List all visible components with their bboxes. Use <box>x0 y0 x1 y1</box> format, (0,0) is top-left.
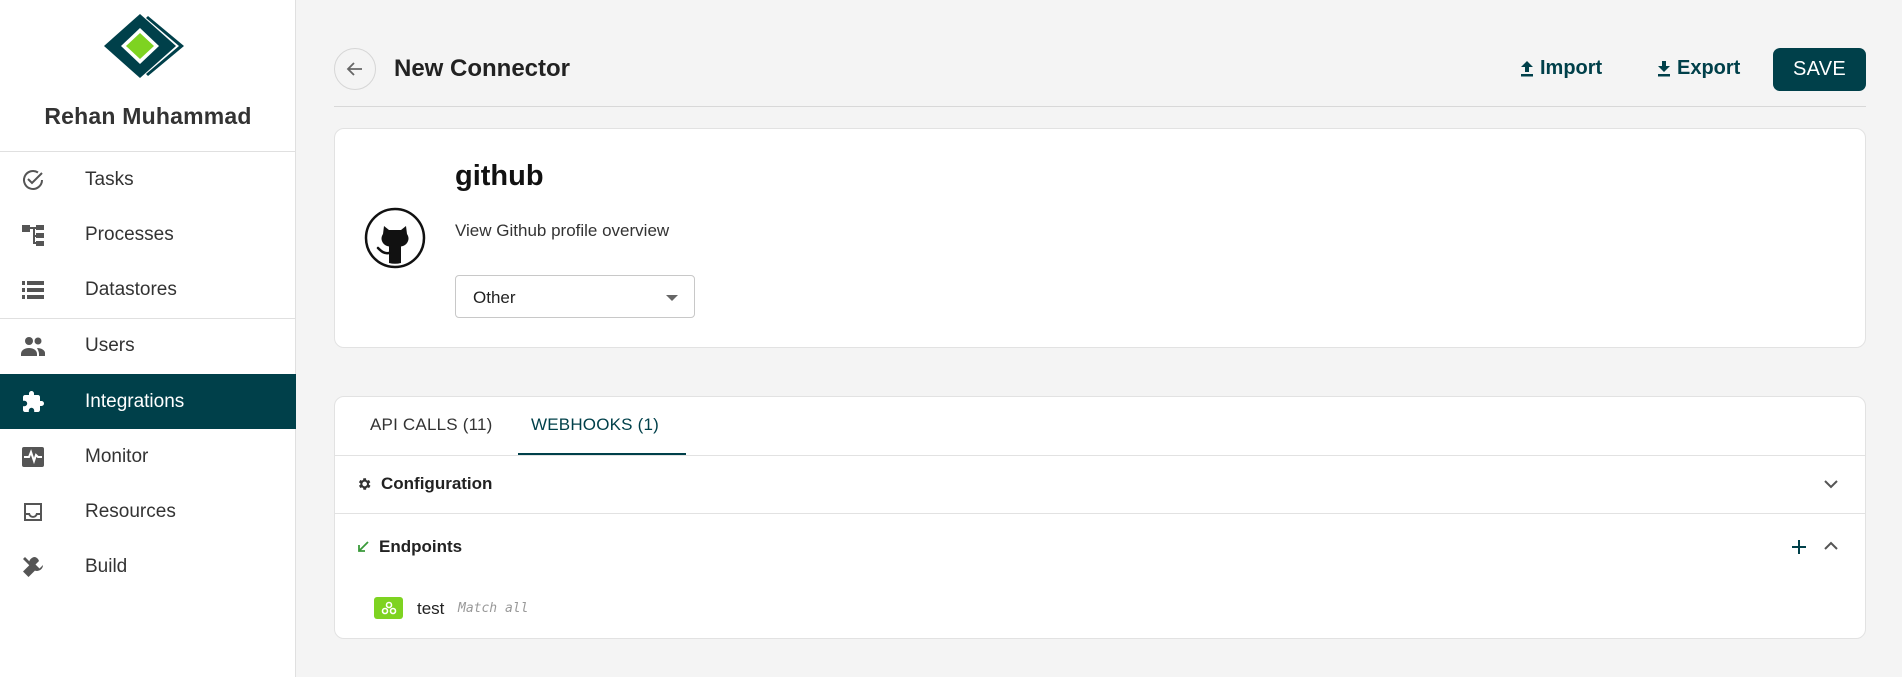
chevron-up-icon <box>1824 541 1838 550</box>
section-divider <box>335 513 1865 514</box>
sidebar-item-label: Build <box>85 555 128 577</box>
sidebar-item-tasks[interactable]: Tasks <box>0 152 296 207</box>
category-value: Other <box>473 288 516 307</box>
users-icon <box>20 334 46 358</box>
import-button[interactable]: Import <box>1520 57 1602 80</box>
check-circle-icon <box>20 168 46 192</box>
import-label: Import <box>1540 57 1603 79</box>
collapse-endpoints-button[interactable] <box>1820 535 1842 557</box>
sidebar-item-label: Integrations <box>85 390 185 412</box>
upload-icon <box>1521 60 1533 76</box>
app-logo-icon <box>104 14 184 78</box>
add-endpoint-button[interactable] <box>1788 536 1810 558</box>
plus-icon <box>1792 540 1806 554</box>
sidebar-item-label: Tasks <box>85 168 134 190</box>
tabs-divider <box>335 455 1865 456</box>
connector-name[interactable]: github <box>455 160 544 193</box>
arrow-left-icon <box>346 62 362 76</box>
chevron-down-icon <box>1824 480 1838 489</box>
sidebar-item-users[interactable]: Users <box>0 318 296 373</box>
brand-header: Rehan Muhammad <box>0 0 295 152</box>
endpoints-title: Endpoints <box>379 537 463 556</box>
category-select[interactable]: Other <box>455 275 695 318</box>
puzzle-icon <box>20 390 46 414</box>
tab-webhooks[interactable]: WEBHOOKS (1) <box>531 415 659 435</box>
datastore-list-icon <box>20 278 46 302</box>
monitor-pulse-icon <box>20 445 46 469</box>
back-button[interactable] <box>334 48 376 90</box>
sidebar-item-label: Resources <box>85 500 176 522</box>
connector-description[interactable]: View Github profile overview <box>455 221 669 241</box>
sidebar-item-label: Monitor <box>85 445 149 467</box>
sidebar-item-label: Processes <box>85 223 174 245</box>
sidebar-item-label: Users <box>85 334 135 356</box>
expand-configuration-button[interactable] <box>1820 473 1842 495</box>
endpoints-header[interactable]: Endpoints <box>356 537 462 557</box>
sidebar-item-datastores[interactable]: Datastores <box>0 262 296 317</box>
tools-icon <box>20 555 46 579</box>
sidebar-item-build[interactable]: Build <box>0 539 296 594</box>
inbox-icon <box>20 500 46 524</box>
sidebar: Rehan Muhammad Tasks Processes Datastore… <box>0 0 296 677</box>
configuration-header[interactable]: Configuration <box>356 474 492 494</box>
github-icon <box>364 207 426 269</box>
sidebar-item-monitor[interactable]: Monitor <box>0 429 296 484</box>
save-button[interactable]: SAVE <box>1773 48 1866 91</box>
caret-down-icon <box>666 295 678 301</box>
sidebar-item-label: Datastores <box>85 278 177 300</box>
endpoint-match-rule: Match all <box>458 601 529 616</box>
webhook-icon <box>374 597 403 619</box>
tab-api-calls[interactable]: API CALLS (11) <box>370 415 492 435</box>
sidebar-item-integrations[interactable]: Integrations <box>0 374 296 429</box>
page-title: New Connector <box>394 55 571 82</box>
endpoint-name[interactable]: test <box>417 599 444 619</box>
export-button[interactable]: Export <box>1657 57 1740 80</box>
process-tree-icon <box>20 223 46 247</box>
sidebar-item-resources[interactable]: Resources <box>0 484 296 539</box>
download-icon <box>1658 60 1670 76</box>
gear-icon <box>358 478 371 490</box>
user-name: Rehan Muhammad <box>44 103 252 129</box>
sidebar-item-processes[interactable]: Processes <box>0 207 296 262</box>
export-label: Export <box>1677 57 1741 79</box>
arrow-down-left-icon <box>358 541 369 552</box>
header-divider <box>334 106 1866 107</box>
configuration-title: Configuration <box>381 474 493 493</box>
